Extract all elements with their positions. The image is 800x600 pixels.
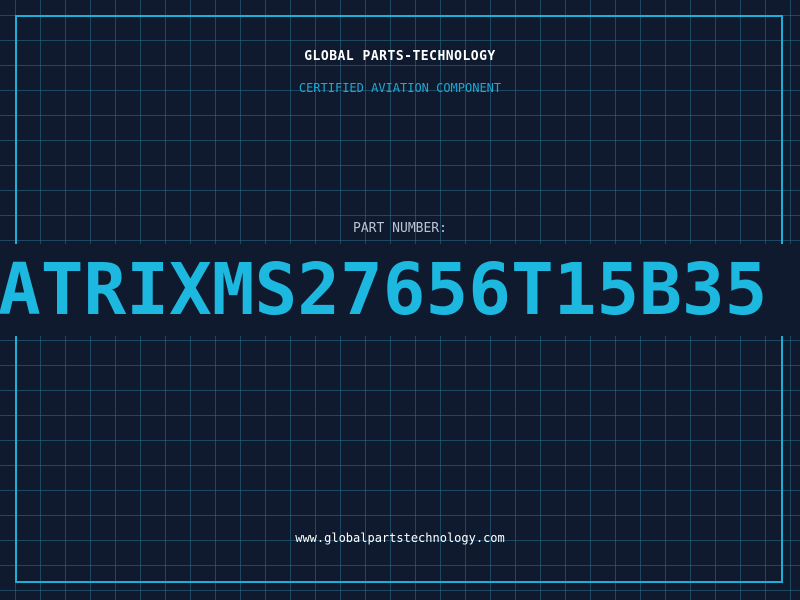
part-number-value: ATRIXMS27656T15B35 — [0, 248, 768, 331]
company-name: GLOBAL PARTS-TECHNOLOGY — [304, 49, 496, 64]
certification-tagline: CERTIFIED AVIATION COMPONENT — [298, 81, 502, 95]
certificate-page: GLOBAL PARTS-TECHNOLOGY CERTIFIED AVIATI… — [0, 0, 800, 600]
website-url[interactable]: www.globalpartstechnology.com — [0, 531, 800, 545]
part-number-band: ATRIXMS27656T15B35 — [0, 244, 800, 336]
part-number-label: PART NUMBER: — [353, 221, 447, 236]
